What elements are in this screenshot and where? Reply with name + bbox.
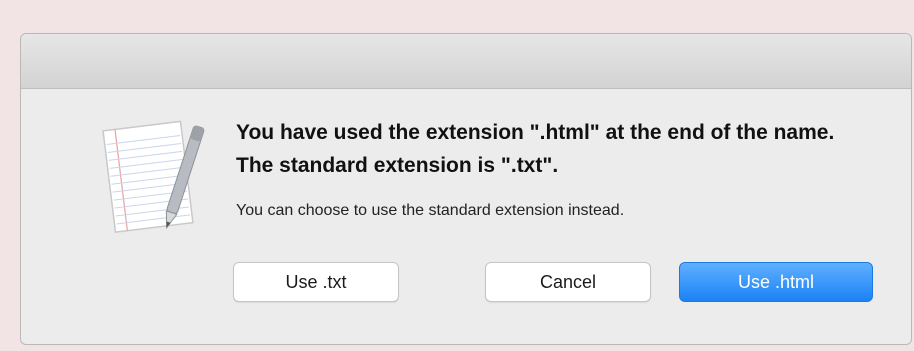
textedit-document-icon	[102, 120, 205, 233]
cancel-button[interactable]: Cancel	[485, 262, 651, 302]
alert-headline: You have used the extension ".html" at t…	[236, 121, 835, 177]
use-html-button[interactable]: Use .html	[679, 262, 873, 302]
save-extension-alert-dialog: You have used the extension ".html" at t…	[20, 33, 912, 345]
alert-message: You can choose to use the standard exten…	[236, 202, 625, 219]
use-txt-button[interactable]: Use .txt	[233, 262, 399, 302]
dialog-titlebar	[21, 34, 911, 89]
